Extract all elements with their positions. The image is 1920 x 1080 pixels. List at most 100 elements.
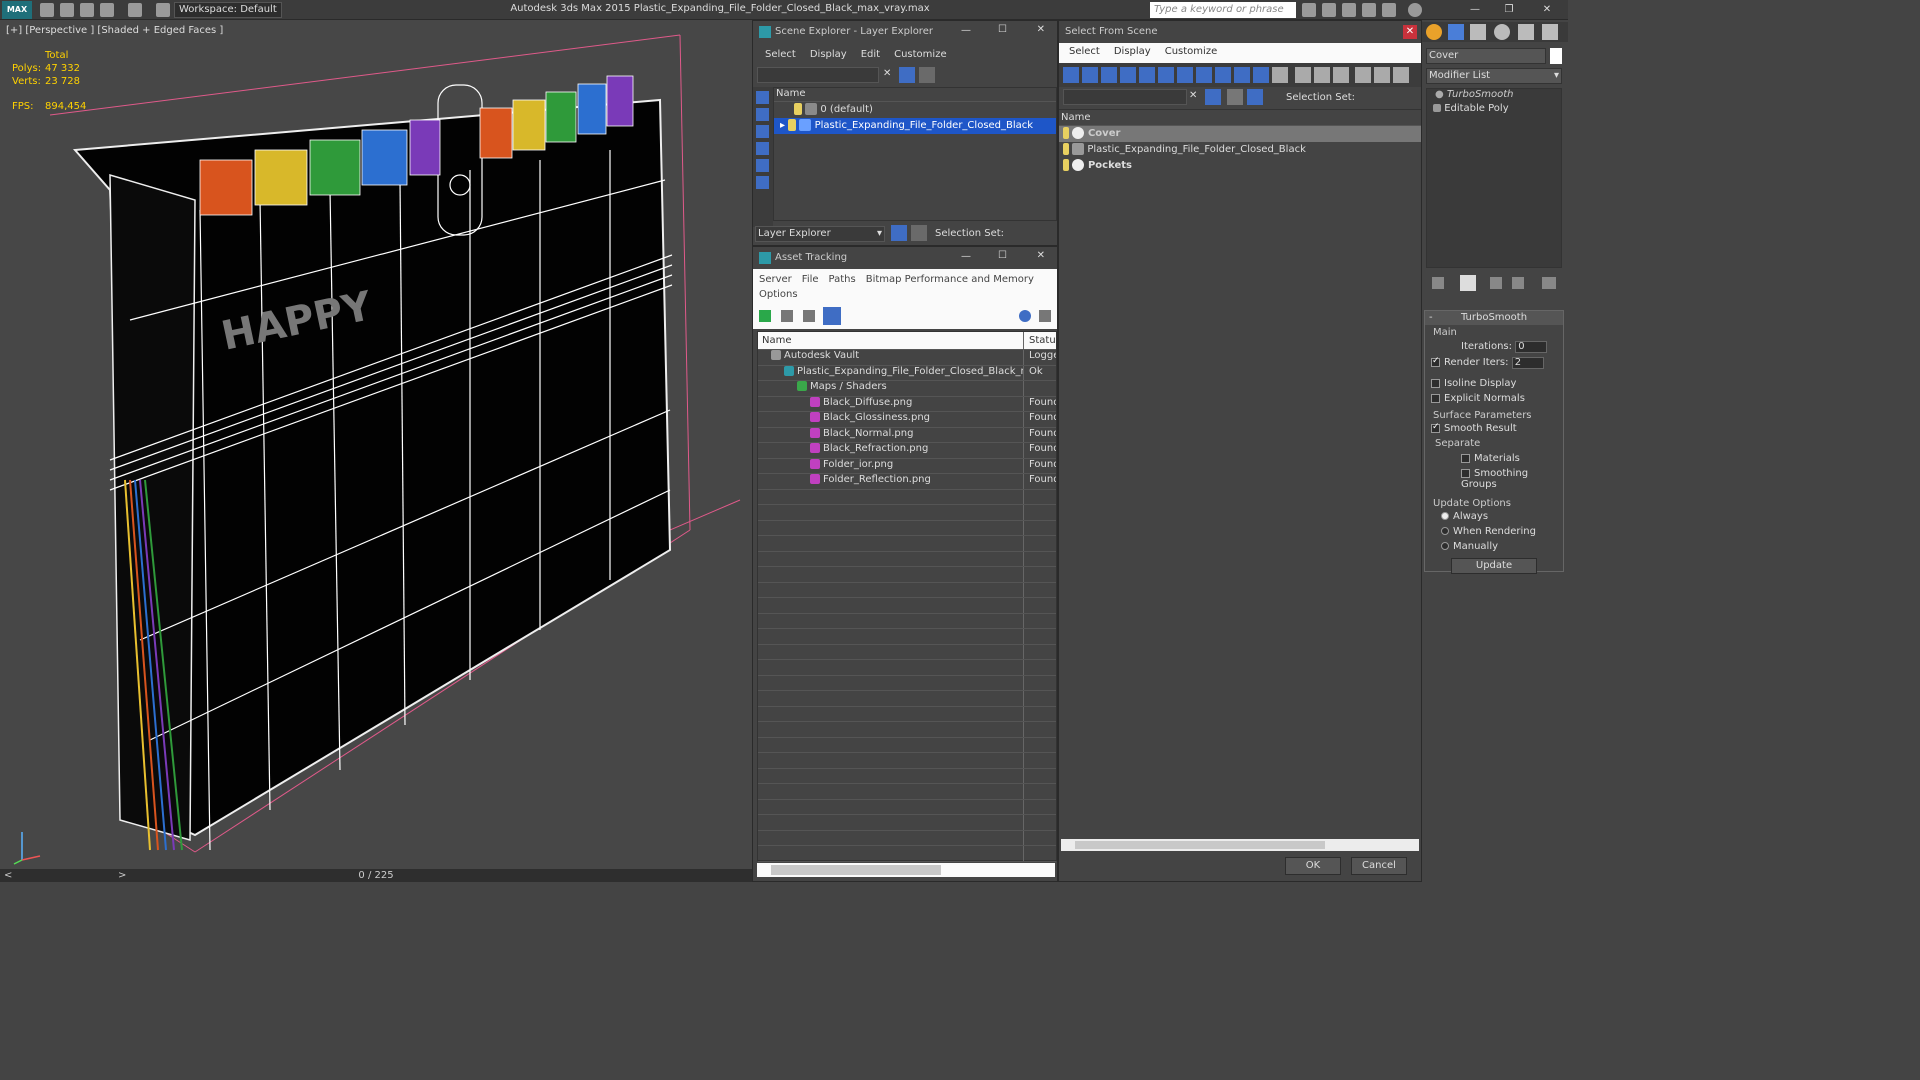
collapse-box-icon[interactable]	[1433, 104, 1441, 112]
hierarchy-filter-icon[interactable]	[1374, 67, 1390, 83]
menu-paths[interactable]: Paths	[829, 274, 856, 285]
help-icon[interactable]	[1408, 3, 1422, 17]
always-row[interactable]: Always	[1425, 509, 1563, 524]
bulb-icon[interactable]	[794, 103, 802, 115]
layer-row-selected[interactable]: ▸ Plastic_Expanding_File_Folder_Closed_B…	[774, 118, 1056, 134]
subscription-icon[interactable]	[1342, 3, 1356, 17]
smoothing-groups-checkbox[interactable]	[1461, 468, 1470, 478]
menu-select[interactable]: Select	[1069, 46, 1100, 57]
window-close-icon[interactable]: ✕	[1536, 2, 1558, 18]
bulb-icon[interactable]	[1063, 159, 1069, 171]
maximize-icon[interactable]: ☐	[998, 250, 1007, 261]
display-none-icon[interactable]	[1314, 67, 1330, 83]
tools-icon[interactable]	[1322, 3, 1336, 17]
app-logo-icon[interactable]: MAX	[2, 1, 32, 19]
menu-bitmap-performance[interactable]: Bitmap Performance and Memory	[866, 274, 1034, 285]
show-end-result-icon[interactable]	[1460, 275, 1476, 291]
star-icon[interactable]	[1362, 3, 1376, 17]
frozen-filter-icon[interactable]	[1253, 67, 1269, 83]
undo-icon[interactable]	[100, 3, 114, 17]
scrollbar-thumb[interactable]	[771, 865, 941, 875]
light-bulb-icon[interactable]: ●	[1435, 89, 1444, 100]
create-tab-icon[interactable]	[1426, 24, 1442, 40]
minimize-icon[interactable]: —	[1464, 2, 1486, 18]
name-column-header[interactable]: Name	[774, 88, 1056, 102]
menu-server[interactable]: Server	[759, 274, 792, 285]
hierarchy-tab-icon[interactable]	[1470, 24, 1486, 40]
isoline-row[interactable]: Isoline Display	[1425, 372, 1563, 391]
filter-icon[interactable]	[899, 67, 915, 83]
hierarchy-view-icon[interactable]	[911, 225, 927, 241]
horizontal-scrollbar[interactable]	[757, 863, 1055, 877]
always-radio[interactable]	[1441, 512, 1449, 520]
menu-display[interactable]: Display	[1114, 46, 1151, 57]
layer-view-icon[interactable]	[891, 225, 907, 241]
display-helpers-icon[interactable]	[756, 159, 769, 172]
menu-options[interactable]: Options	[759, 289, 798, 300]
viewport-label[interactable]: [+] [Perspective ] [Shaded + Edged Faces…	[6, 25, 223, 36]
redo-icon[interactable]	[128, 3, 142, 17]
collapse-icon[interactable]: -	[1429, 311, 1433, 325]
ok-button[interactable]: OK	[1285, 857, 1341, 875]
modifier-stack-item[interactable]: ● TurboSmooth	[1427, 89, 1561, 103]
modifier-stack-item[interactable]: Editable Poly	[1427, 103, 1561, 117]
make-unique-icon[interactable]	[1490, 277, 1502, 289]
menu-edit[interactable]: Edit	[861, 49, 880, 60]
close-icon[interactable]: ✕	[1403, 25, 1417, 39]
menu-display[interactable]: Display	[810, 49, 847, 60]
scrollbar-thumb[interactable]	[1075, 841, 1325, 849]
table-row[interactable]: Black_Normal.png Found	[758, 427, 1056, 443]
update-button[interactable]: Update	[1451, 558, 1537, 574]
display-all-icon[interactable]	[1295, 67, 1311, 83]
display-shapes-icon[interactable]	[756, 108, 769, 121]
table-view-icon[interactable]	[823, 307, 841, 325]
isoline-checkbox[interactable]	[1431, 378, 1440, 388]
filter-icon[interactable]	[1355, 67, 1371, 83]
table-row[interactable]: Black_Refraction.png Found	[758, 443, 1056, 459]
maximize-icon[interactable]: ☐	[998, 24, 1007, 35]
minimize-icon[interactable]: —	[961, 25, 971, 36]
smoothing-groups-row[interactable]: Smoothing Groups	[1425, 466, 1563, 492]
hidden-filter-icon[interactable]	[1272, 67, 1288, 83]
table-row[interactable]: Plastic_Expanding_File_Folder_Closed_Bla…	[758, 365, 1056, 381]
table-row[interactable]: Black_Diffuse.png Found	[758, 396, 1056, 412]
menu-customize[interactable]: Customize	[894, 49, 947, 60]
options-icon[interactable]	[1393, 67, 1409, 83]
status-column-header[interactable]: Status	[1025, 332, 1056, 349]
table-row[interactable]: Black_Glossiness.png Found	[758, 412, 1056, 428]
display-lights-icon[interactable]	[756, 125, 769, 138]
clear-search-icon[interactable]: ✕	[883, 68, 891, 79]
materials-checkbox[interactable]	[1461, 453, 1470, 463]
object-row[interactable]: Plastic_Expanding_File_Folder_Closed_Bla…	[1059, 142, 1421, 158]
save-file-icon[interactable]	[80, 3, 94, 17]
clear-search-icon[interactable]: ✕	[1189, 90, 1197, 101]
layer-sort-icon[interactable]	[1227, 89, 1243, 105]
scene-search-input[interactable]	[757, 67, 879, 83]
smooth-result-row[interactable]: Smooth Result	[1425, 421, 1563, 436]
list-view-icon[interactable]	[781, 310, 793, 322]
object-row[interactable]: Pockets	[1059, 158, 1421, 174]
light-filter-icon[interactable]	[1101, 67, 1117, 83]
menu-file[interactable]: File	[802, 274, 819, 285]
remove-modifier-icon[interactable]	[1512, 277, 1524, 289]
camera-filter-icon[interactable]	[1120, 67, 1136, 83]
expand-arrow-icon[interactable]: ▸	[780, 120, 785, 131]
horizontal-scrollbar[interactable]	[1061, 839, 1419, 851]
layer-row[interactable]: 0 (default)	[774, 102, 1056, 118]
spacewarp-filter-icon[interactable]	[1158, 67, 1174, 83]
layer-tools-icon[interactable]	[919, 67, 935, 83]
filter-icon[interactable]	[1205, 89, 1221, 105]
manually-row[interactable]: Manually	[1425, 539, 1563, 554]
when-rendering-radio[interactable]	[1441, 527, 1449, 535]
pin-stack-icon[interactable]	[1432, 277, 1444, 289]
name-column-header[interactable]: Name	[758, 332, 1024, 349]
modifier-list-dropdown[interactable]: Modifier List ▾	[1426, 68, 1562, 84]
menu-select[interactable]: Select	[765, 49, 796, 60]
display-cameras-icon[interactable]	[756, 142, 769, 155]
object-color-swatch[interactable]	[1550, 48, 1562, 64]
object-row-selected[interactable]: Cover	[1059, 126, 1421, 142]
materials-row[interactable]: Materials	[1425, 451, 1563, 466]
table-row[interactable]: Maps / Shaders	[758, 381, 1056, 397]
prev-frame-icon[interactable]: <	[4, 869, 12, 882]
refresh-icon[interactable]	[759, 310, 771, 322]
